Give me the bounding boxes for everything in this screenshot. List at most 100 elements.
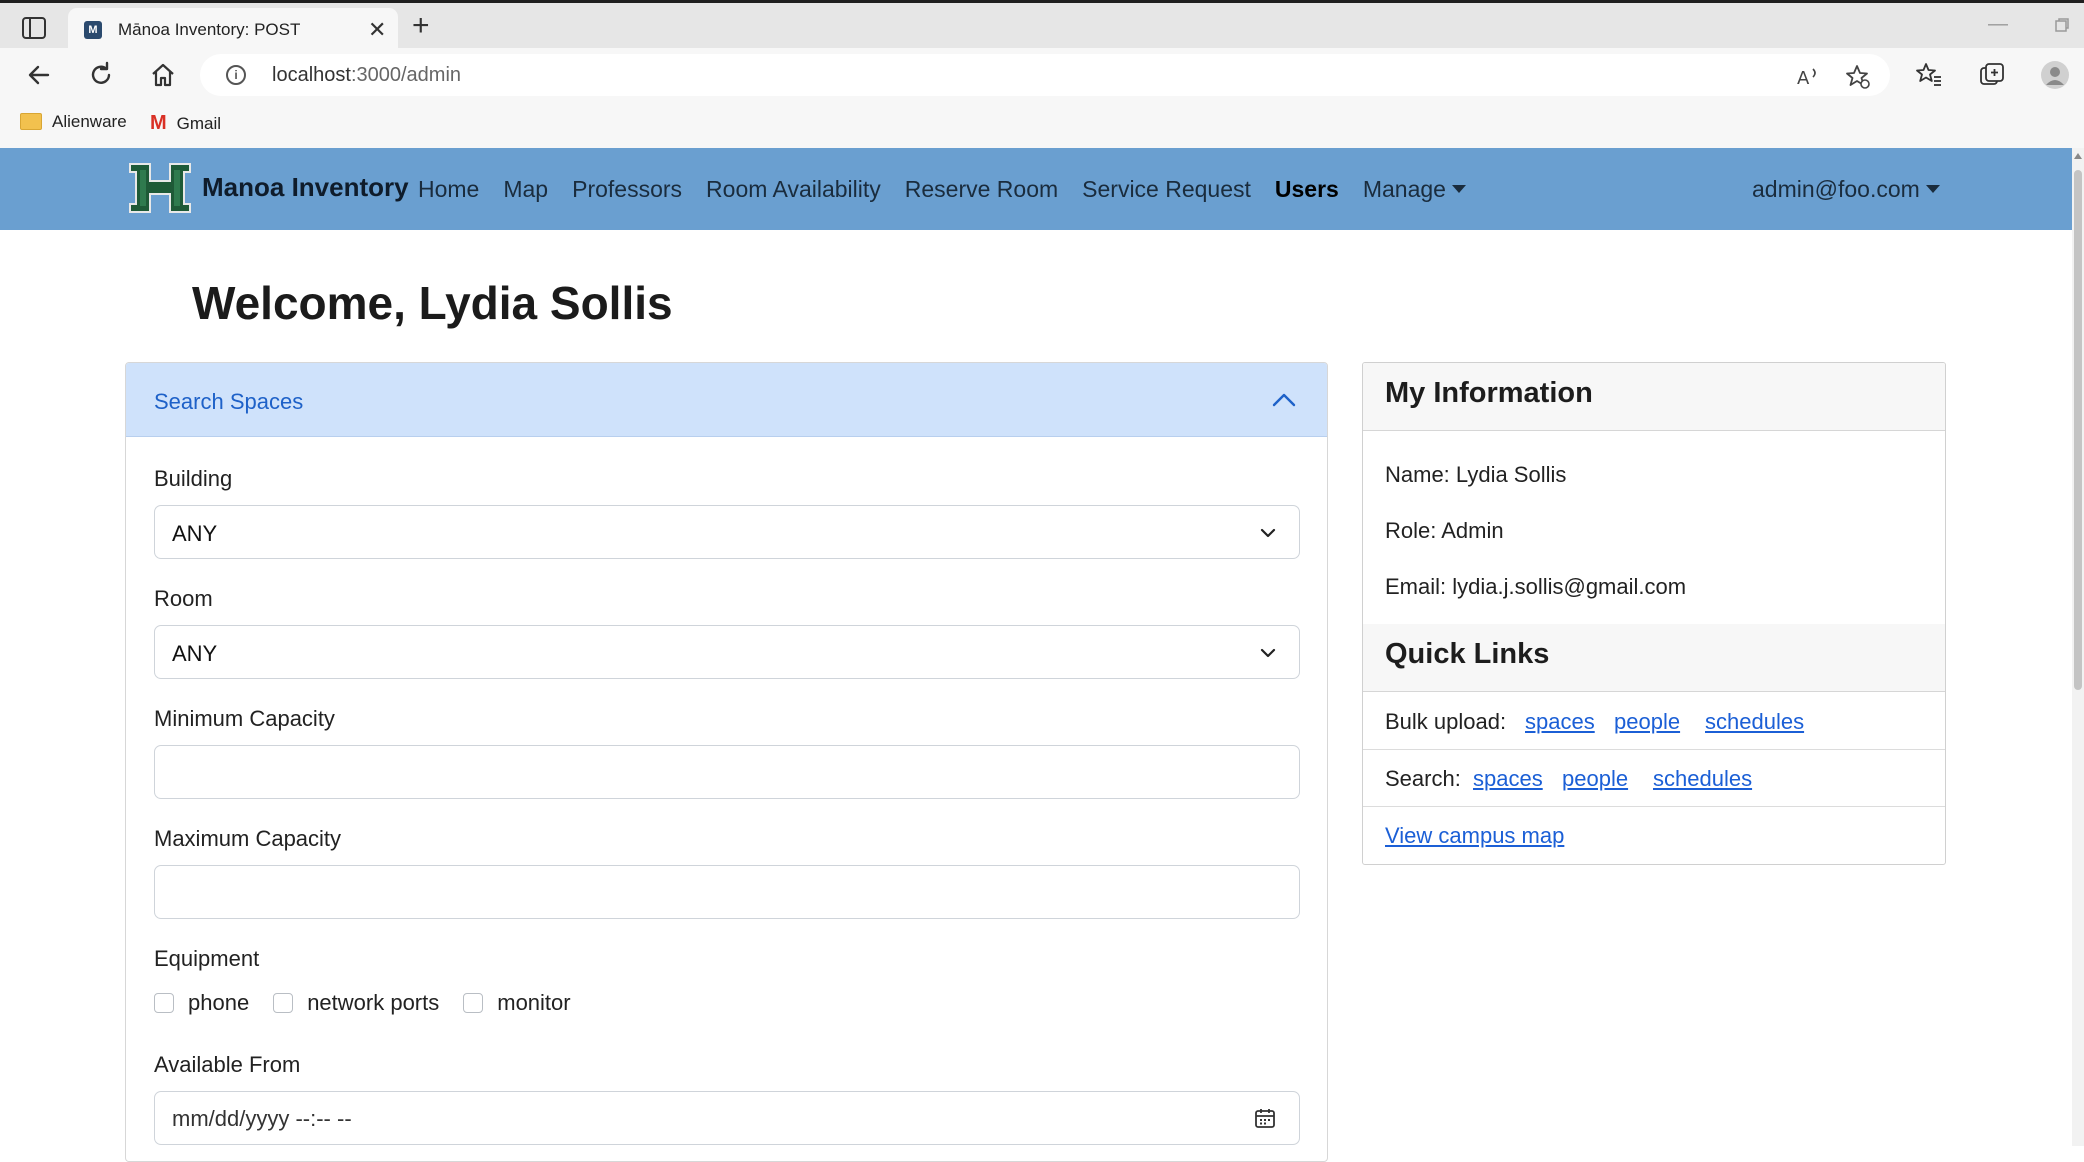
nav-manage-dropdown[interactable]: Manage: [1363, 176, 1466, 203]
my-information-header: My Information: [1363, 363, 1945, 431]
phone-label[interactable]: phone: [188, 990, 249, 1016]
search-spaces-link[interactable]: spaces: [1473, 766, 1543, 792]
site-info-icon[interactable]: i: [226, 65, 246, 85]
search-schedules-link[interactable]: schedules: [1653, 766, 1752, 792]
tab-favicon-icon: M: [84, 21, 102, 39]
min-capacity-label: Minimum Capacity: [154, 706, 335, 731]
tab-title: Mānoa Inventory: POST: [118, 20, 301, 39]
scroll-up-icon[interactable]: [2074, 153, 2082, 159]
profile-avatar-icon[interactable]: [2040, 60, 2070, 90]
network-ports-checkbox[interactable]: [273, 993, 294, 1013]
chevron-up-icon[interactable]: [1271, 387, 1297, 413]
info-role: Role: Admin: [1385, 518, 1504, 543]
add-favorite-icon[interactable]: [1844, 63, 1872, 91]
nav-manage-label: Manage: [1362, 176, 1446, 202]
read-aloud-icon[interactable]: A: [1794, 63, 1822, 91]
info-email: Email: lydia.j.sollis@gmail.com: [1385, 574, 1687, 599]
favorites-icon[interactable]: [1914, 60, 1944, 90]
scroll-thumb[interactable]: [2074, 170, 2082, 690]
campus-map-row: View campus map: [1363, 807, 1945, 864]
nav-map[interactable]: Map: [503, 176, 548, 203]
nav-professors[interactable]: Professors: [572, 176, 682, 203]
browser-chrome: M Mānoa Inventory: POST ✕ + — i localhos…: [0, 0, 2084, 148]
chevron-down-icon: [1260, 528, 1276, 538]
bookmark-label: Alienware: [52, 112, 127, 131]
url-path: :3000/admin: [350, 64, 462, 86]
room-selected-value: ANY: [172, 641, 218, 666]
address-bar[interactable]: i localhost:3000/admin A: [200, 54, 1890, 96]
accordion-title: Search Spaces: [154, 389, 304, 414]
building-label: Building: [154, 466, 233, 491]
info-card: My Information Name: Lydia Sollis Role: …: [1362, 362, 1946, 865]
user-dropdown[interactable]: admin@foo.com: [1752, 176, 1940, 203]
reload-icon[interactable]: [86, 60, 116, 90]
room-label: Room: [154, 586, 213, 611]
url-text[interactable]: localhost:3000/admin: [272, 64, 461, 87]
nav-service-request[interactable]: Service Request: [1082, 176, 1251, 203]
bulk-upload-schedules-link[interactable]: schedules: [1705, 709, 1804, 735]
monitor-label[interactable]: monitor: [497, 990, 570, 1016]
monitor-checkbox[interactable]: [463, 993, 484, 1013]
available-from-label: Available From: [154, 1052, 301, 1077]
search-spaces-accordion: Search Spaces Building ANY Room ANY Mini…: [125, 362, 1328, 1162]
back-icon[interactable]: [24, 60, 54, 90]
tab-actions-icon[interactable]: [20, 15, 48, 41]
info-name: Name: Lydia Sollis: [1385, 462, 1567, 487]
nav-room-availability[interactable]: Room Availability: [706, 176, 881, 203]
svg-text:A: A: [1797, 68, 1810, 89]
nav-users[interactable]: Users: [1275, 176, 1339, 203]
max-capacity-input[interactable]: [154, 865, 1300, 919]
equipment-label: Equipment: [154, 946, 260, 971]
browser-tab-active[interactable]: M Mānoa Inventory: POST ✕: [68, 8, 398, 51]
tab-bar: M Mānoa Inventory: POST ✕ + —: [0, 3, 2084, 51]
bookmarks-bar: Alienware M Gmail: [0, 102, 2084, 148]
quick-links-header: Quick Links: [1363, 624, 1945, 692]
equipment-checkboxes: phone network ports monitor: [154, 990, 595, 1016]
uh-logo-icon[interactable]: [128, 162, 192, 214]
my-information-title: My Information: [1385, 377, 1593, 409]
user-email: admin@foo.com: [1752, 176, 1920, 202]
caret-down-icon: [1451, 185, 1466, 193]
building-selected-value: ANY: [172, 521, 218, 546]
building-select[interactable]: ANY: [154, 505, 1300, 559]
bookmark-alienware[interactable]: Alienware: [20, 112, 127, 132]
max-capacity-label: Maximum Capacity: [154, 826, 342, 851]
network-ports-label[interactable]: network ports: [307, 990, 439, 1016]
chevron-down-icon: [1260, 648, 1276, 658]
search-label: Search:: [1385, 766, 1461, 791]
accordion-header[interactable]: Search Spaces: [126, 363, 1327, 437]
minimize-icon[interactable]: —: [1988, 13, 2008, 36]
bookmark-gmail[interactable]: M Gmail: [150, 112, 221, 135]
search-links-row: Search: spaces people schedules: [1363, 750, 1945, 807]
page-title: Welcome, Lydia Sollis: [192, 277, 673, 329]
search-people-link[interactable]: people: [1562, 766, 1628, 792]
phone-checkbox[interactable]: [154, 993, 174, 1013]
min-capacity-input[interactable]: [154, 745, 1300, 799]
nav-reserve-room[interactable]: Reserve Room: [905, 176, 1058, 203]
url-host: localhost: [272, 64, 351, 86]
bulk-upload-people-link[interactable]: people: [1614, 709, 1680, 735]
app-navbar: Manoa Inventory Home Map Professors Room…: [0, 148, 2072, 230]
page-scrollbar[interactable]: [2072, 148, 2084, 1146]
folder-icon: [20, 113, 42, 130]
datetime-placeholder: mm/dd/yyyy --:-- --: [172, 1106, 352, 1131]
tab-close-icon[interactable]: ✕: [368, 17, 386, 43]
room-select[interactable]: ANY: [154, 625, 1300, 679]
restore-icon[interactable]: [2054, 17, 2070, 33]
bulk-upload-label: Bulk upload:: [1385, 709, 1507, 734]
available-from-input[interactable]: mm/dd/yyyy --:-- --: [154, 1091, 1300, 1145]
calendar-icon[interactable]: [1253, 1106, 1277, 1130]
caret-down-icon: [1925, 185, 1940, 193]
new-tab-icon[interactable]: +: [412, 11, 430, 41]
bookmark-label: Gmail: [176, 114, 222, 133]
brand-name[interactable]: Manoa Inventory: [202, 172, 409, 203]
gmail-icon: M: [150, 112, 167, 134]
collections-icon[interactable]: [1977, 60, 2007, 90]
bulk-upload-spaces-link[interactable]: spaces: [1525, 709, 1595, 735]
bulk-upload-row: Bulk upload: spaces people schedules: [1363, 693, 1945, 750]
quick-links-title: Quick Links: [1385, 638, 1550, 670]
view-campus-map-link[interactable]: View campus map: [1385, 823, 1564, 849]
address-row: i localhost:3000/admin A: [0, 48, 2084, 102]
nav-home[interactable]: Home: [418, 176, 479, 203]
home-icon[interactable]: [148, 60, 178, 90]
